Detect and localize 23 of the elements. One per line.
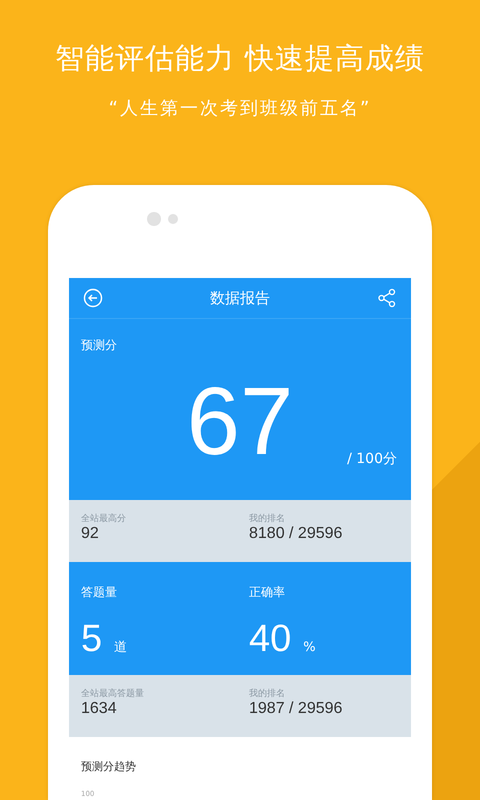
stat-value: 1987 / 29596 <box>249 700 342 717</box>
predicted-score: 67 <box>186 372 294 472</box>
quote: “人生第一次考到班级前五名” <box>108 97 372 121</box>
back-button[interactable] <box>81 286 105 310</box>
stat-label: 答题量 <box>81 584 117 601</box>
screen-title: 数据报告 <box>210 288 270 308</box>
stat-value: 92 <box>81 525 99 542</box>
stat-value: 40 <box>249 619 292 659</box>
stat-unit: 道 <box>114 639 128 656</box>
stat-label: 我的排名 <box>249 688 285 700</box>
prediction-label: 预测分 <box>81 337 117 354</box>
score-total: / 100分 <box>347 450 397 468</box>
stat-label: 我的排名 <box>249 512 285 525</box>
stat-label: 全站最高分 <box>81 512 126 525</box>
stat-unit: % <box>303 640 316 655</box>
stat-value: 1634 <box>81 700 117 717</box>
stat-value: 8180 / 29596 <box>249 525 342 542</box>
headline: 智能评估能力 快速提高成绩 <box>54 40 426 77</box>
share-icon <box>377 288 397 308</box>
stat-value: 5 <box>81 619 102 659</box>
stat-label: 全站最高答题量 <box>81 688 144 700</box>
trend-title: 预测分趋势 <box>81 759 136 774</box>
stat-label: 正确率 <box>249 584 285 601</box>
